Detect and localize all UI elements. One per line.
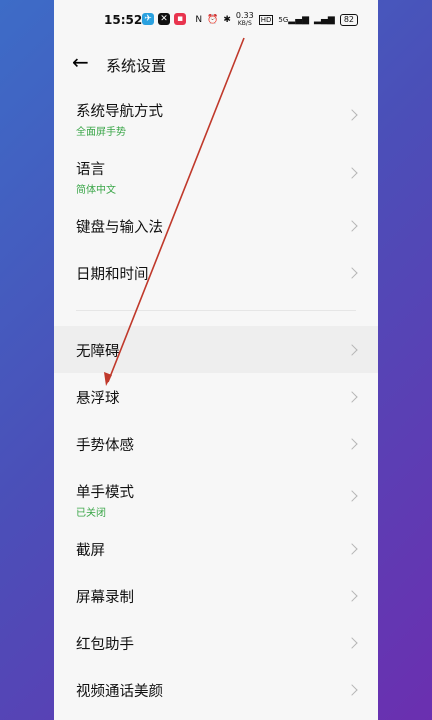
annotation-arrow	[104, 37, 245, 386]
annotation-line	[107, 37, 245, 383]
